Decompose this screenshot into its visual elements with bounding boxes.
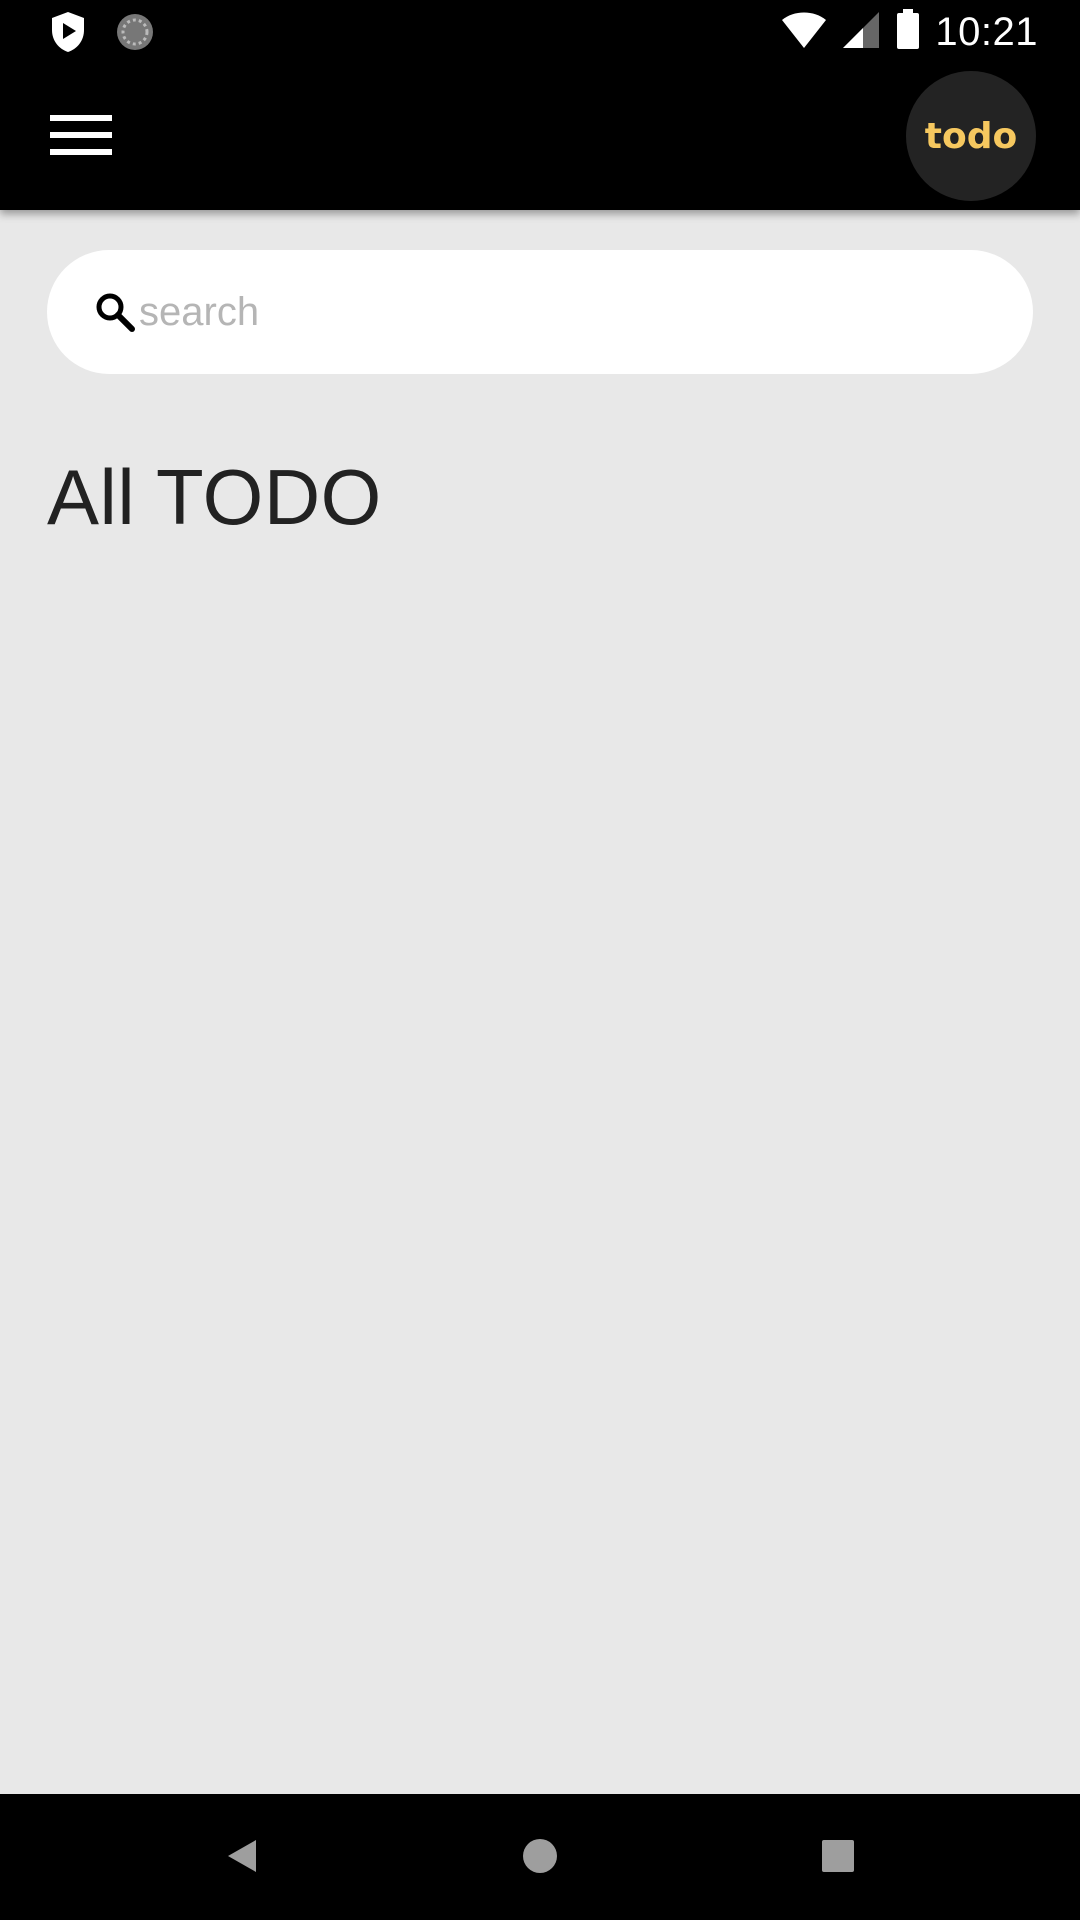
status-bar: 10:21 [0,0,1080,63]
status-time: 10:21 [935,10,1038,54]
todo-list [0,560,1080,1760]
hamburger-menu-icon [50,113,112,162]
play-shield-icon [48,10,88,59]
app-bar: todo [0,63,1080,210]
back-button[interactable] [206,1822,278,1894]
recents-button[interactable] [802,1822,874,1894]
status-right-icons: 10:21 [781,8,1038,56]
signal-icon [841,10,881,55]
status-left-icons [48,10,156,59]
logo-text: todo [924,115,1018,157]
battery-icon [895,8,921,56]
sync-icon [114,11,156,58]
home-icon [520,1836,560,1881]
home-button[interactable] [504,1822,576,1894]
search-input[interactable] [139,272,999,352]
navigation-bar [0,1794,1080,1920]
search-bar[interactable] [47,250,1033,374]
menu-button[interactable] [36,99,126,175]
todo-logo[interactable]: todo [906,71,1036,201]
search-icon [91,288,139,336]
back-icon [222,1836,262,1881]
page-title: All TODO [47,453,382,541]
recents-icon [818,1836,858,1881]
wifi-icon [781,10,827,55]
